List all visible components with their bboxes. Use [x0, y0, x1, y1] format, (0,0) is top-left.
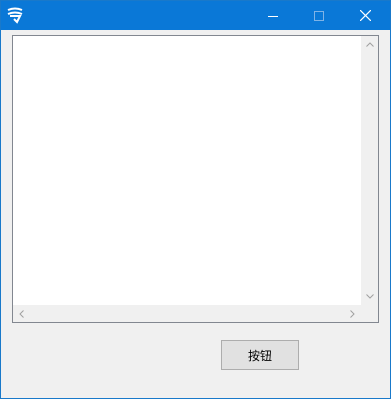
scroll-down-button[interactable]: [361, 288, 378, 305]
close-button[interactable]: [342, 1, 388, 30]
vertical-scrollbar[interactable]: [361, 36, 378, 305]
close-icon: [359, 10, 371, 21]
scroll-right-button[interactable]: [344, 305, 361, 322]
text-area-content[interactable]: [15, 38, 359, 303]
chevron-down-icon: [365, 294, 374, 299]
minimize-icon: [268, 15, 278, 17]
horizontal-scrollbar[interactable]: [13, 305, 361, 322]
chevron-right-icon: [350, 309, 355, 318]
scroll-left-button[interactable]: [13, 305, 30, 322]
action-button[interactable]: 按钮: [221, 340, 299, 370]
maximize-button[interactable]: [296, 1, 342, 30]
chevron-up-icon: [365, 42, 374, 47]
app-window: 按钮: [0, 0, 391, 399]
app-logo-icon: [7, 7, 23, 24]
text-area[interactable]: [12, 35, 379, 323]
scroll-up-button[interactable]: [361, 36, 378, 53]
scrollbar-corner: [361, 305, 378, 322]
minimize-button[interactable]: [250, 1, 296, 30]
chevron-left-icon: [19, 309, 24, 318]
title-bar[interactable]: [1, 1, 390, 30]
maximize-icon: [314, 10, 324, 21]
